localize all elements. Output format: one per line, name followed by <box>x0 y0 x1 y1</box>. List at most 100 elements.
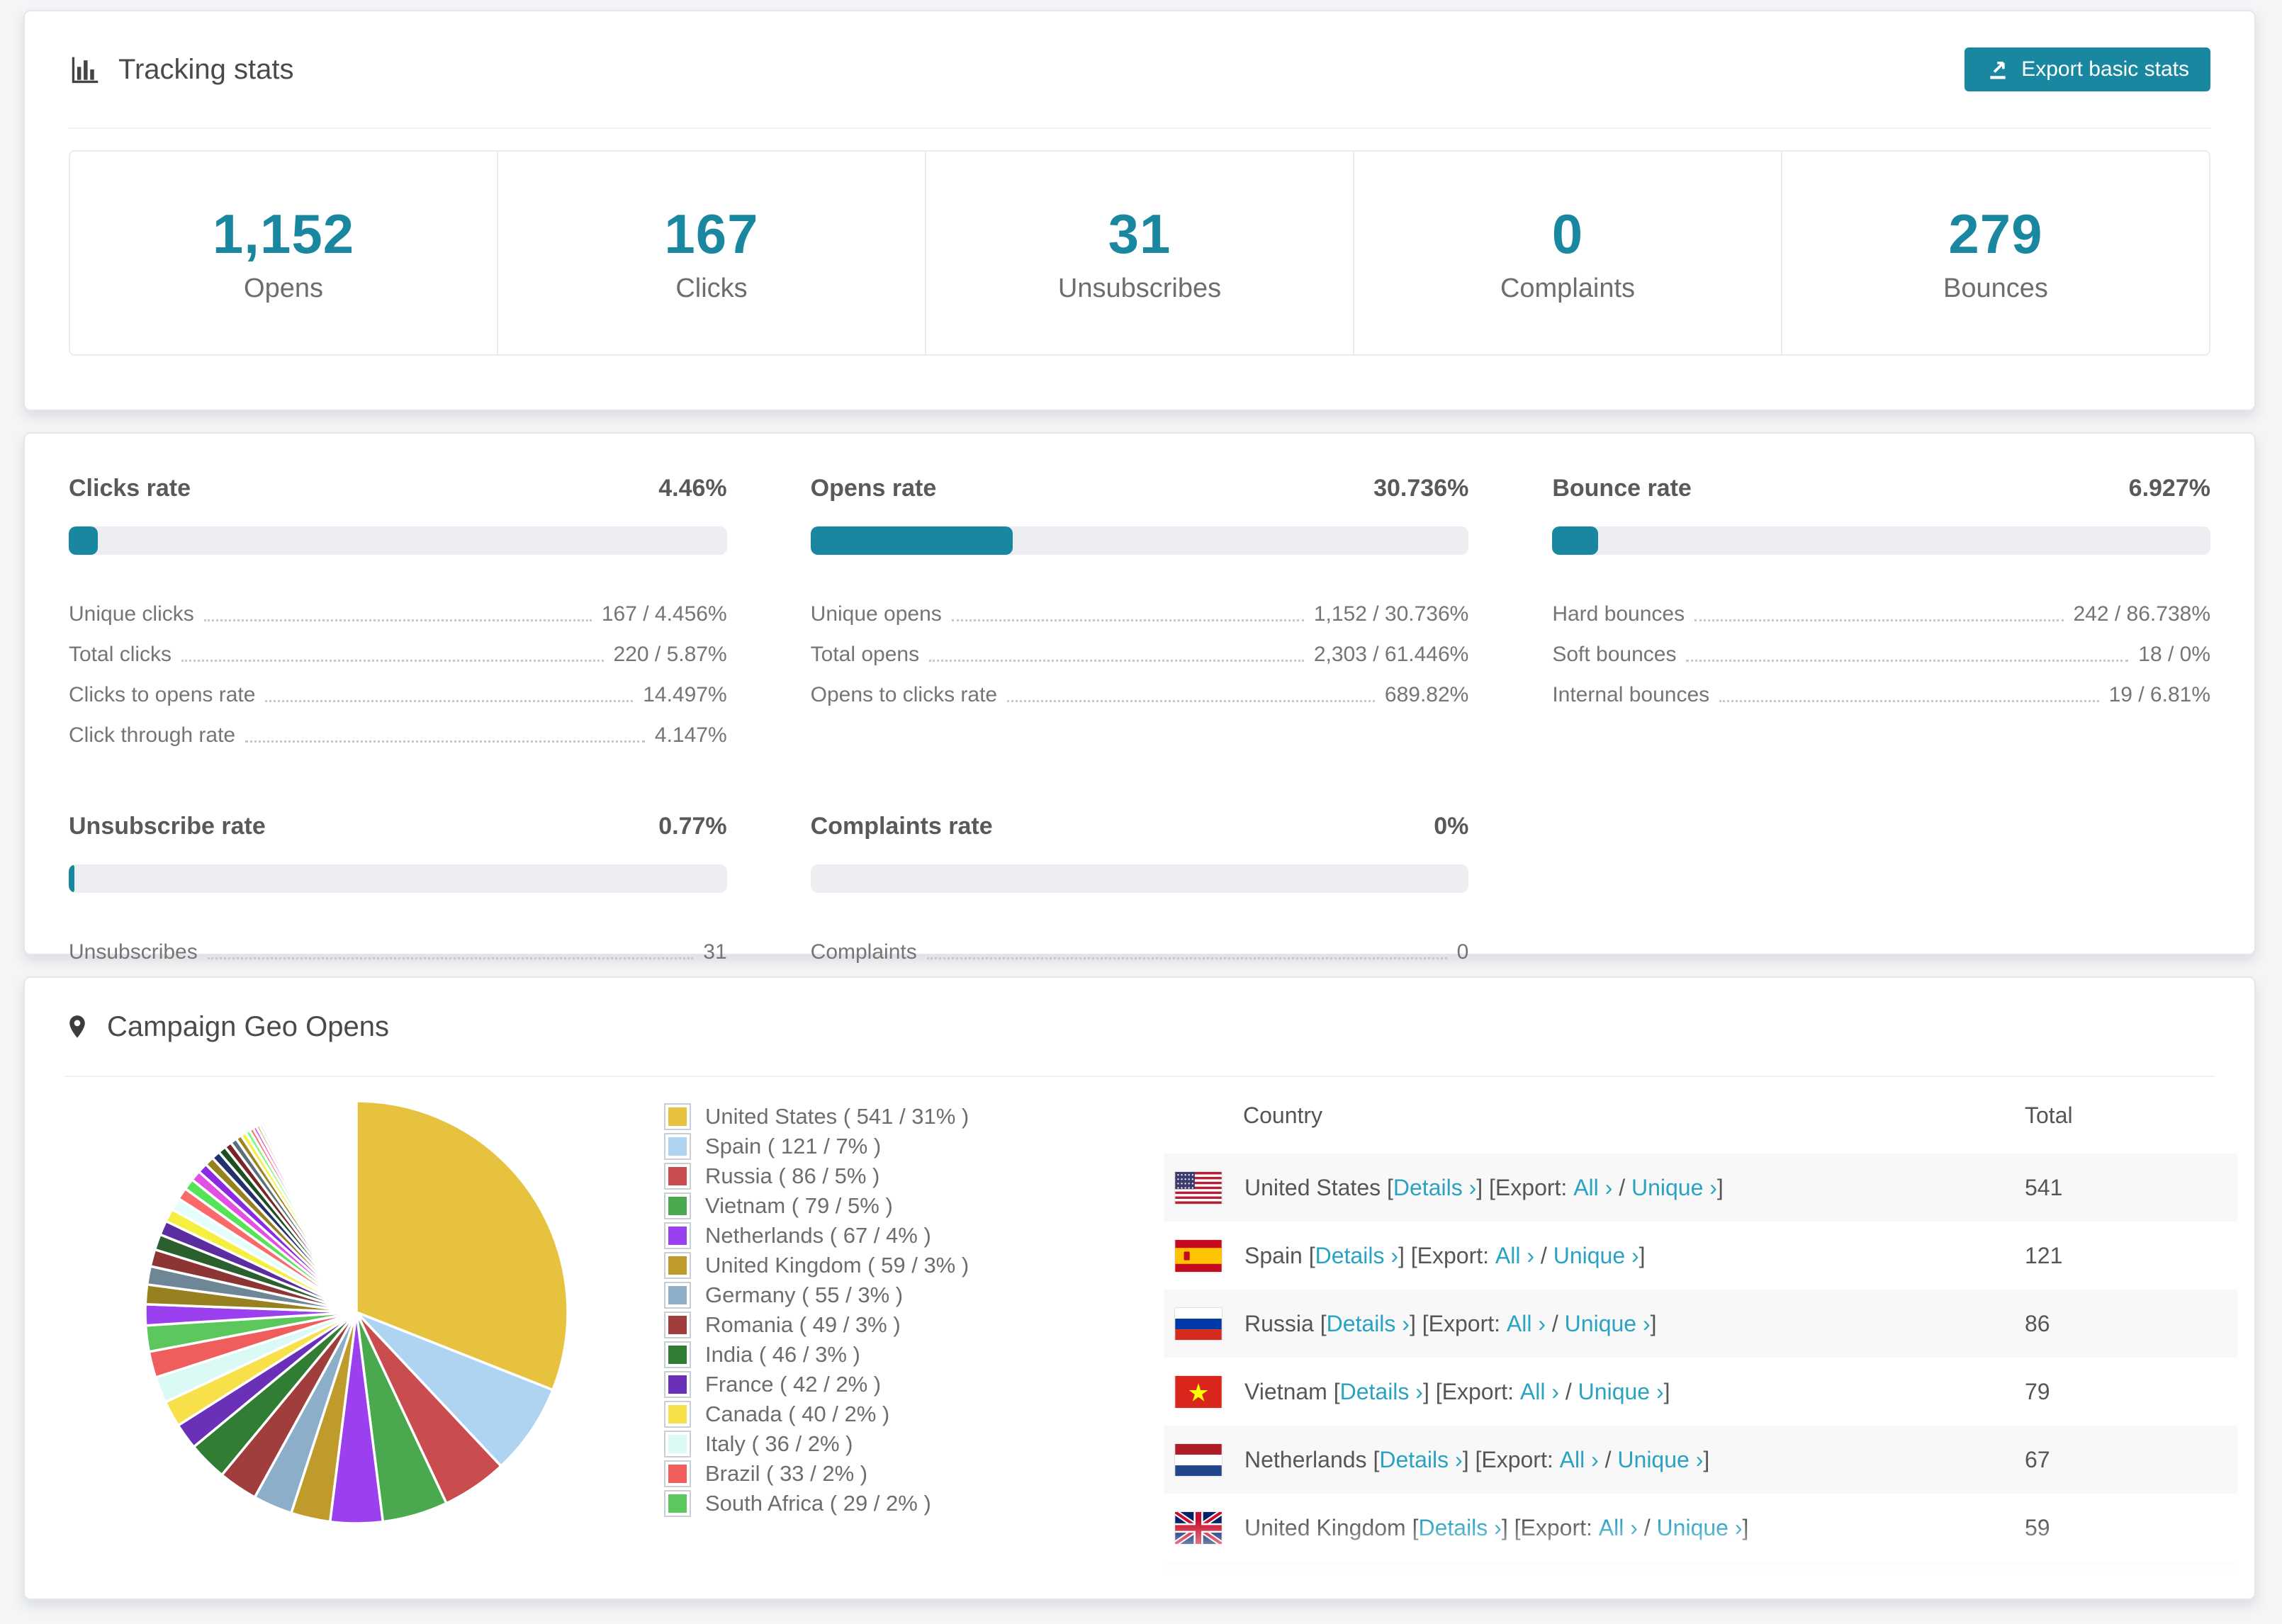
dotted-leader <box>1007 700 1375 702</box>
export-unique-link[interactable]: Unique › <box>1578 1379 1664 1405</box>
legend-item-italy[interactable]: Italy ( 36 / 2% ) <box>664 1429 969 1459</box>
country-column-header: Country <box>1243 1102 1323 1128</box>
legend-item-russia[interactable]: Russia ( 86 / 5% ) <box>664 1161 969 1191</box>
rate-row-label: Opens to clicks rate <box>810 683 998 706</box>
export-all-link[interactable]: All › <box>1599 1515 1638 1541</box>
legend-item-netherlands[interactable]: Netherlands ( 67 / 4% ) <box>664 1221 969 1251</box>
export-all-link[interactable]: All › <box>1520 1379 1559 1405</box>
dotted-leader <box>929 660 1304 662</box>
details-link[interactable]: Details › <box>1393 1175 1476 1201</box>
flag-vn-icon <box>1175 1375 1222 1408</box>
total-column-header: Total <box>2025 1102 2073 1128</box>
rate-row-label: Unique opens <box>810 602 942 626</box>
details-link[interactable]: Details › <box>1418 1515 1501 1541</box>
rate-value: 0% <box>1434 813 1469 840</box>
legend-item-united-kingdom[interactable]: United Kingdom ( 59 / 3% ) <box>664 1251 969 1280</box>
total-cell: 59 <box>2025 1514 2050 1540</box>
export-unique-link[interactable]: Unique › <box>1631 1175 1717 1201</box>
legend-item-south-africa[interactable]: South Africa ( 29 / 2% ) <box>664 1489 969 1518</box>
rate-head: Opens rate 30.736% <box>811 475 1469 502</box>
legend-label: Italy ( 36 / 2% ) <box>705 1431 853 1456</box>
rate-row-label: Soft bounces <box>1552 643 1677 666</box>
legend-swatch <box>664 1282 691 1309</box>
legend-item-germany[interactable]: Germany ( 55 / 3% ) <box>664 1280 969 1310</box>
details-link[interactable]: Details › <box>1340 1379 1423 1405</box>
export-unique-link[interactable]: Unique › <box>1617 1447 1703 1473</box>
legend-item-india[interactable]: India ( 46 / 3% ) <box>664 1340 969 1370</box>
flag-gb-icon <box>1175 1511 1222 1544</box>
rate-row: Soft bounces 18 / 0% <box>1552 626 2210 667</box>
legend-label: Canada ( 40 / 2% ) <box>705 1402 890 1426</box>
rate-progressbar-track <box>69 864 727 893</box>
legend-swatch <box>664 1222 691 1249</box>
export-all-link[interactable]: All › <box>1495 1243 1534 1269</box>
rate-row-label: Internal bounces <box>1552 683 1710 706</box>
legend-swatch <box>664 1401 691 1428</box>
export-unique-link[interactable]: Unique › <box>1565 1311 1651 1337</box>
legend-swatch <box>664 1252 691 1279</box>
rate-progressbar-track <box>810 864 1469 893</box>
rate-row-label: Unsubscribes <box>69 940 198 964</box>
rate-rows: Unsubscribes 31 <box>69 924 727 964</box>
export-all-link[interactable]: All › <box>1507 1311 1546 1337</box>
legend-label: South Africa ( 29 / 2% ) <box>705 1491 931 1516</box>
stat-box-complaints: 0 Complaints <box>1354 152 1782 354</box>
legend-item-vietnam[interactable]: Vietnam ( 79 / 5% ) <box>664 1191 969 1221</box>
legend-label: Germany ( 55 / 3% ) <box>705 1282 904 1307</box>
rate-value: 0.77% <box>658 813 727 840</box>
map-pin-icon <box>69 1015 85 1038</box>
rate-rows: Complaints 0 <box>811 924 1469 964</box>
details-link[interactable]: Details › <box>1379 1447 1462 1473</box>
rate-row-value: 689.82% <box>1384 683 1469 706</box>
export-all-link[interactable]: All › <box>1573 1175 1612 1201</box>
legend-label: Romania ( 49 / 3% ) <box>705 1312 901 1337</box>
legend-item-united-states[interactable]: United States ( 541 / 31% ) <box>664 1102 969 1132</box>
flag-nl-icon <box>1175 1443 1222 1476</box>
country-name: United Kingdom <box>1244 1514 1406 1540</box>
geo-pie-chart[interactable] <box>137 1093 576 1532</box>
total-cell: 67 <box>2025 1446 2050 1472</box>
country-cell: Netherlands [Details ›] [Export: All › /… <box>1164 1443 2025 1476</box>
dotted-leader <box>181 660 604 662</box>
rate-progressbar-fill <box>69 526 99 555</box>
details-link[interactable]: Details › <box>1315 1243 1398 1269</box>
export-basic-stats-button[interactable]: Export basic stats <box>1965 47 2210 91</box>
geo-table-row-gb: United Kingdom [Details ›] [Export: All … <box>1164 1494 2237 1562</box>
details-link[interactable]: Details › <box>1327 1311 1410 1337</box>
stat-box-unsubscribes: 31 Unsubscribes <box>926 152 1354 354</box>
legend-label: Spain ( 121 / 7% ) <box>705 1134 882 1158</box>
legend-item-brazil[interactable]: Brazil ( 33 / 2% ) <box>664 1459 969 1489</box>
country-cell: Russia [Details ›] [Export: All › / Uniq… <box>1164 1307 2025 1340</box>
geo-legend: United States ( 541 / 31% ) Spain ( 121 /… <box>664 1102 969 1518</box>
bar-chart-icon <box>72 57 99 84</box>
legend-item-france[interactable]: France ( 42 / 2% ) <box>664 1370 969 1399</box>
legend-item-spain[interactable]: Spain ( 121 / 7% ) <box>664 1132 969 1161</box>
stat-label: Bounces <box>1943 274 2048 303</box>
legend-item-canada[interactable]: Canada ( 40 / 2% ) <box>664 1399 969 1429</box>
legend-swatch <box>664 1133 691 1160</box>
stat-label: Opens <box>244 274 323 303</box>
export-all-link[interactable]: All › <box>1560 1447 1599 1473</box>
rate-row-label: Hard bounces <box>1552 602 1685 626</box>
export-unique-link[interactable]: Unique › <box>1657 1515 1743 1541</box>
dotted-leader <box>1686 660 2129 662</box>
rate-row-value: 220 / 5.87% <box>613 643 727 666</box>
rate-head: Complaints rate 0% <box>811 813 1469 840</box>
legend-swatch <box>664 1163 691 1190</box>
legend-swatch <box>664 1312 691 1338</box>
campaign-geo-opens-card: Campaign Geo Opens United States ( 541 /… <box>23 976 2256 1600</box>
country-name: Vietnam <box>1244 1378 1327 1404</box>
country-cell: Vietnam [Details ›] [Export: All › / Uni… <box>1164 1375 2025 1408</box>
dotted-leader <box>245 740 645 743</box>
stat-number: 31 <box>1108 203 1171 265</box>
dotted-leader <box>926 957 1447 959</box>
export-unique-link[interactable]: Unique › <box>1553 1243 1639 1269</box>
stat-number: 279 <box>1948 203 2043 265</box>
rate-section-opens-rate: Opens rate 30.736% Unique opens 1,152 / 30.… <box>810 475 1469 748</box>
rate-title: Clicks rate <box>69 475 191 502</box>
rate-rows: Unique opens 1,152 / 30.736% Total opens 2,… <box>811 586 1469 707</box>
legend-swatch <box>664 1192 691 1219</box>
legend-item-romania[interactable]: Romania ( 49 / 3% ) <box>664 1310 969 1340</box>
rate-progressbar-fill <box>810 526 1013 555</box>
country-name: United States <box>1244 1174 1381 1200</box>
